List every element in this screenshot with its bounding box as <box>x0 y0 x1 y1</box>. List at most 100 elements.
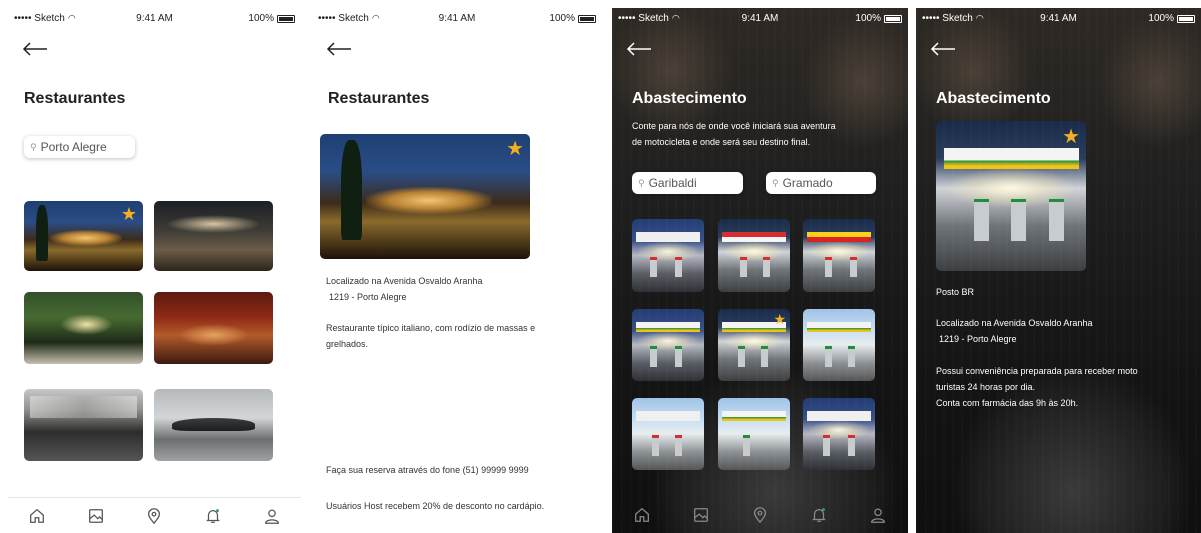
origin-input[interactable]: ⚲ Garibaldi <box>632 172 743 194</box>
location-pin-icon[interactable] <box>145 507 163 525</box>
station-card-2[interactable] <box>718 219 790 292</box>
station-card-5[interactable]: ★ <box>718 309 790 381</box>
battery: 100% <box>549 13 596 24</box>
star-icon[interactable]: ★ <box>1062 127 1080 147</box>
status-bar: ••••• Sketch ◠ 9:41 AM 100% <box>312 8 602 28</box>
destination-value: Gramado <box>782 176 833 190</box>
bottom-nav <box>612 497 908 533</box>
fuel-pump <box>675 346 683 367</box>
page-title: Restaurantes <box>24 90 126 107</box>
status-bar: ••••• Sketch ◠ 9:41 AM 100% <box>612 8 908 28</box>
fuel-pump <box>739 256 747 278</box>
gallery-icon[interactable] <box>692 506 710 524</box>
battery-icon <box>578 14 596 23</box>
canopy-light <box>637 332 699 351</box>
battery-icon <box>884 14 902 23</box>
canopy-light <box>808 242 870 261</box>
status-bar: ••••• Sketch ◠ 9:41 AM 100% <box>916 8 1201 28</box>
station-card-6[interactable] <box>803 309 875 381</box>
home-icon[interactable] <box>28 507 46 525</box>
restaurant-roof <box>171 417 256 431</box>
fuel-pump <box>824 256 832 278</box>
restaurant-card-5[interactable] <box>24 389 143 461</box>
fuel-pump <box>743 435 751 456</box>
station-card-1[interactable] <box>632 219 704 292</box>
station-card-9[interactable] <box>803 398 875 470</box>
canopy <box>635 321 701 333</box>
fuel-search-screen: ••••• Sketch ◠ 9:41 AM 100% Abastecimento… <box>612 8 908 533</box>
star-icon[interactable]: ★ <box>506 139 524 159</box>
station-card-4[interactable] <box>632 309 704 381</box>
fuel-station-detail-screen: ••••• Sketch ◠ 9:41 AM 100% Abastecimento… <box>916 8 1201 533</box>
fuel-pump <box>675 435 683 456</box>
fuel-pump <box>823 435 831 456</box>
fuel-pump <box>761 346 769 367</box>
restaurant-light <box>59 313 114 336</box>
star-icon[interactable]: ★ <box>121 205 137 223</box>
fuel-pump <box>762 256 770 278</box>
station-card-7[interactable] <box>632 398 704 470</box>
canopy-light <box>808 421 870 440</box>
fuel-pump <box>738 346 746 367</box>
station-info: Possui conveniência preparada para receb… <box>936 366 1138 408</box>
back-arrow-icon[interactable] <box>326 40 352 58</box>
station-name: Posto BR <box>936 287 975 297</box>
search-icon: ⚲ <box>638 177 645 188</box>
fuel-pump <box>847 346 855 367</box>
restaurant-card-4[interactable] <box>154 292 273 364</box>
city-search-input[interactable]: ⚲ Porto Alegre <box>24 136 135 158</box>
search-icon: ⚲ <box>772 177 779 188</box>
fuel-pump <box>1048 199 1064 241</box>
bell-icon[interactable] <box>204 507 222 525</box>
restaurant-card-6[interactable] <box>154 389 273 461</box>
restaurant-detail-screen: ••••• Sketch ◠ 9:41 AM 100% Restaurantes … <box>312 8 602 533</box>
station-hero-image: ★ <box>936 121 1086 271</box>
back-arrow-icon[interactable] <box>22 40 48 58</box>
fuel-pump <box>824 346 832 367</box>
destination-input[interactable]: ⚲ Gramado <box>766 172 876 194</box>
restaurant-card-3[interactable] <box>24 292 143 364</box>
canopy <box>635 410 701 422</box>
canopy-light <box>637 242 699 261</box>
restaurants-list-screen: ••••• Sketch ◠ 9:41 AM 100% Restaurantes … <box>8 8 301 533</box>
canopy <box>806 321 872 333</box>
restaurant-card-2[interactable] <box>154 201 273 271</box>
fuel-pump <box>650 256 658 278</box>
fuel-pump <box>652 435 660 456</box>
battery: 100% <box>855 13 902 24</box>
restaurant-card-1[interactable]: ★ <box>24 201 143 271</box>
page-title: Abastecimento <box>632 90 747 107</box>
reservation-info: Faça sua reserva através do fone (51) 99… <box>326 465 529 475</box>
fuel-pump <box>973 199 989 241</box>
star-icon[interactable]: ★ <box>773 312 786 326</box>
bell-icon[interactable] <box>810 506 828 524</box>
back-arrow-icon[interactable] <box>930 40 956 58</box>
location-pin-icon[interactable] <box>751 506 769 524</box>
canopy-light <box>723 332 785 351</box>
canopy <box>721 410 787 422</box>
back-arrow-icon[interactable] <box>626 40 652 58</box>
canopy <box>806 410 872 422</box>
tree-silhouette <box>35 204 48 261</box>
home-icon[interactable] <box>633 506 651 524</box>
gallery-icon[interactable] <box>87 507 105 525</box>
canopy <box>635 232 701 243</box>
user-icon[interactable] <box>263 507 281 525</box>
description: Restaurante típico italiano, com rodízio… <box>326 323 536 349</box>
intro-text: Conte para nós de onde você iniciará sua… <box>632 121 836 147</box>
discount-info: Usuários Host recebem 20% de desconto no… <box>326 501 545 511</box>
address: Localizado na Avenida Osvaldo Aranha 121… <box>936 318 1093 344</box>
battery-icon <box>277 14 295 23</box>
station-card-3[interactable] <box>803 219 875 292</box>
restaurant-light <box>366 186 493 214</box>
station-card-8[interactable] <box>718 398 790 470</box>
page-title: Restaurantes <box>328 90 430 107</box>
tree-silhouette <box>341 140 362 241</box>
bottom-nav <box>8 497 301 533</box>
canopy <box>943 148 1079 169</box>
fuel-pump <box>675 256 683 278</box>
fuel-pump <box>650 346 658 367</box>
user-icon[interactable] <box>869 506 887 524</box>
fuel-pump <box>1011 199 1026 241</box>
canopy <box>806 232 872 243</box>
